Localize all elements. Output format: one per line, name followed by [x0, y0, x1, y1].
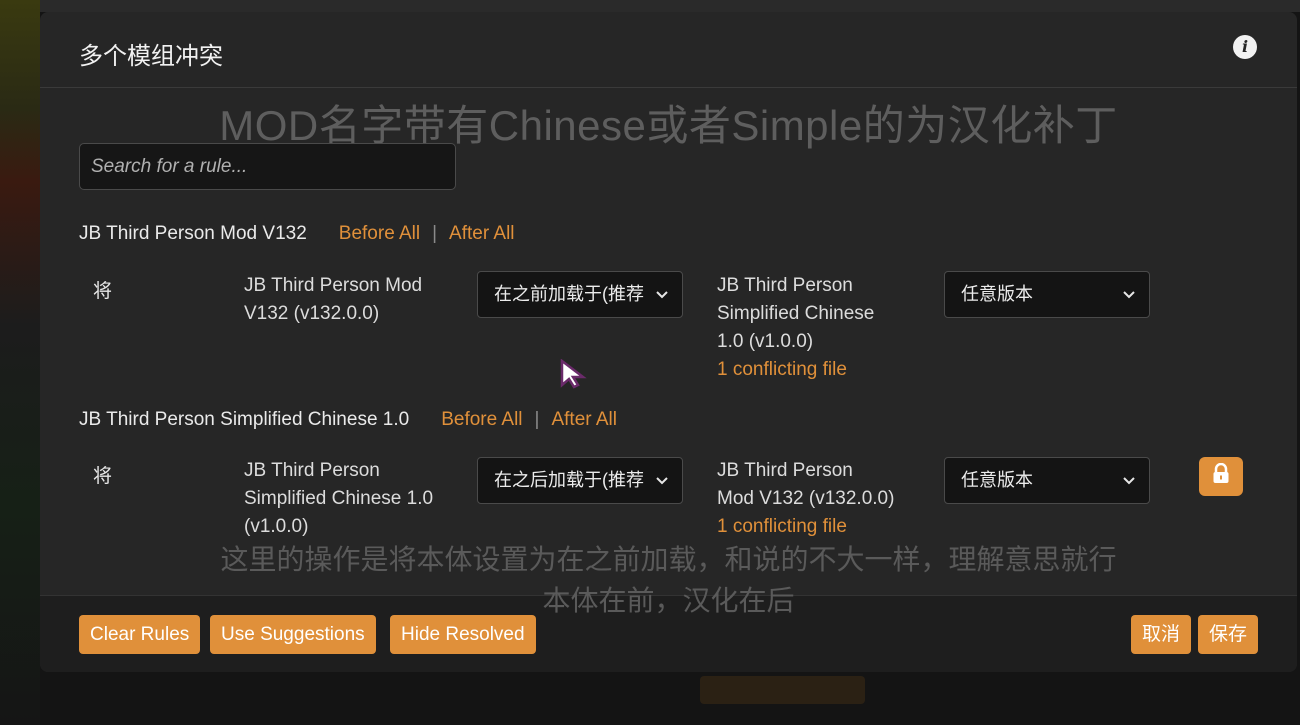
rule-label: 将: [93, 466, 113, 487]
target-mod-line: Simplified Chinese: [717, 303, 875, 324]
chevron-down-icon: [652, 272, 672, 317]
chevron-down-icon: [1119, 458, 1139, 503]
version-select-value: 任意版本: [961, 284, 1033, 304]
rule-search-input[interactable]: [79, 143, 456, 190]
rule-target-mod: JB Third Person Simplified Chinese 1.0 (…: [717, 272, 874, 384]
hide-resolved-button[interactable]: Hide Resolved: [390, 615, 536, 654]
background-left-strip: [0, 0, 40, 725]
background-button-shadow: [700, 676, 865, 704]
conflicting-files-link[interactable]: 1 conflicting file: [717, 513, 894, 541]
source-mod-line: (v1.0.0): [244, 516, 309, 537]
modal-header: 多个模组冲突 i: [40, 12, 1297, 88]
rule-label: 将: [93, 281, 113, 302]
conflict-modal: 多个模组冲突 i MOD名字带有Chinese或者Simple的为汉化补丁 JB…: [40, 12, 1297, 672]
lock-icon: [1212, 462, 1230, 490]
background-top-strip: [40, 0, 1300, 12]
clear-rules-button[interactable]: Clear Rules: [79, 615, 201, 654]
group-name: JB Third Person Mod V132: [79, 223, 307, 244]
relation-select[interactable]: 在之后加载于(推荐: [477, 457, 683, 504]
relation-select-value: 在之后加载于(推荐: [494, 470, 644, 490]
link-separator: |: [534, 409, 540, 430]
use-suggestions-button[interactable]: Use Suggestions: [210, 615, 376, 654]
link-separator: |: [432, 223, 438, 244]
target-mod-line: JB Third Person: [717, 460, 853, 481]
before-all-link[interactable]: Before All: [441, 409, 522, 431]
rule-group-header: JB Third Person Mod V132 Before All | Af…: [79, 223, 515, 245]
modal-title: 多个模组冲突: [79, 43, 223, 70]
rule-target-mod: JB Third Person Mod V132 (v132.0.0) 1 co…: [717, 457, 894, 541]
conflicting-files-link[interactable]: 1 conflicting file: [717, 356, 874, 384]
save-button[interactable]: 保存: [1198, 615, 1259, 654]
info-icon[interactable]: i: [1233, 35, 1257, 59]
target-mod-line: JB Third Person: [717, 275, 853, 296]
relation-select[interactable]: 在之前加载于(推荐: [477, 271, 683, 318]
source-mod-line: Simplified Chinese 1.0: [244, 488, 434, 509]
source-mod-line: V132 (v132.0.0): [244, 303, 380, 324]
group-name: JB Third Person Simplified Chinese 1.0: [79, 409, 410, 430]
version-select[interactable]: 任意版本: [944, 457, 1150, 504]
chevron-down-icon: [652, 458, 672, 503]
cancel-button[interactable]: 取消: [1131, 615, 1192, 654]
relation-select-value: 在之前加载于(推荐: [494, 284, 644, 304]
video-subtitle-bottom: 这里的操作是将本体设置为在之前加载，和说的不大一样，理解意思就行: [220, 544, 1117, 575]
version-select[interactable]: 任意版本: [944, 271, 1150, 318]
modal-footer: Clear Rules Use Suggestions Hide Resolve…: [40, 595, 1297, 672]
after-all-link[interactable]: After All: [449, 223, 514, 245]
target-mod-line: Mod V132 (v132.0.0): [717, 488, 895, 509]
target-mod-line: 1.0 (v1.0.0): [717, 331, 814, 352]
source-mod-line: JB Third Person: [244, 460, 380, 481]
mouse-cursor-icon: [559, 358, 587, 394]
rule-source-mod: JB Third Person Mod V132 (v132.0.0): [244, 272, 422, 328]
lock-rule-button[interactable]: [1199, 457, 1243, 496]
rule-source-mod: JB Third Person Simplified Chinese 1.0 (…: [244, 457, 433, 541]
source-mod-line: JB Third Person Mod: [244, 275, 423, 296]
chevron-down-icon: [1119, 272, 1139, 317]
version-select-value: 任意版本: [961, 470, 1033, 490]
after-all-link[interactable]: After All: [551, 409, 616, 431]
rule-group-header: JB Third Person Simplified Chinese 1.0 B…: [79, 409, 617, 431]
before-all-link[interactable]: Before All: [339, 223, 420, 245]
